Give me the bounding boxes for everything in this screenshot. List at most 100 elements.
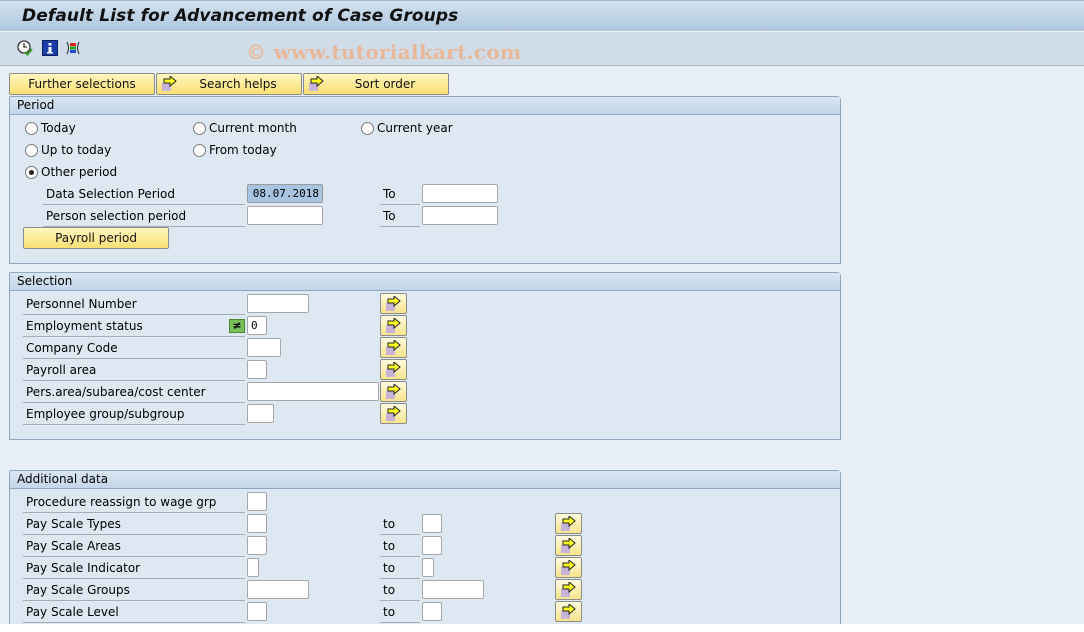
- additional-row-label: Pay Scale Level: [23, 602, 245, 623]
- selection-row-label: Employee group/subgroup: [23, 404, 245, 425]
- selection-row-input[interactable]: [247, 338, 281, 357]
- radio-current-year[interactable]: Current year: [361, 121, 453, 135]
- additional-row-label: Pay Scale Types: [23, 514, 245, 535]
- radio-label: Other period: [41, 165, 118, 179]
- radio-label: From today: [209, 143, 277, 157]
- selection-row-input[interactable]: [247, 294, 309, 313]
- multiple-selection-arrow-icon: [561, 560, 576, 575]
- person-selection-period-label: Person selection period: [43, 206, 245, 227]
- multiple-selection-button[interactable]: [380, 381, 407, 402]
- selection-row-label: Payroll area: [23, 360, 245, 381]
- page-title: Default List for Advancement of Case Gro…: [22, 6, 459, 26]
- additional-row-from-input[interactable]: [247, 536, 267, 555]
- additional-row-from-input[interactable]: [247, 602, 267, 621]
- additional-row-to-input[interactable]: [422, 580, 484, 599]
- data-selection-from-input[interactable]: 08.07.2018: [247, 184, 323, 203]
- multiple-selection-button[interactable]: [555, 557, 582, 578]
- selection-row-label: Pers.area/subarea/cost center: [23, 382, 245, 403]
- multiple-selection-arrow-icon: [561, 538, 576, 553]
- further-selections-button[interactable]: Further selections: [9, 73, 155, 95]
- application-toolbar: © www.tutorialkart.com: [0, 32, 1084, 66]
- to-label: to: [380, 514, 420, 535]
- sort-order-label: Sort order: [354, 77, 416, 91]
- multiple-selection-button[interactable]: [555, 579, 582, 600]
- selection-option-not-equal-icon[interactable]: ≠: [229, 319, 245, 333]
- multiple-selection-arrow-icon: [386, 340, 401, 355]
- additional-row-from-input[interactable]: [247, 580, 309, 599]
- to-label: to: [380, 602, 420, 623]
- radio-up-to-today[interactable]: Up to today: [25, 143, 111, 157]
- multiple-selection-button[interactable]: [555, 513, 582, 534]
- to-label: to: [380, 580, 420, 601]
- radio-from-today[interactable]: From today: [193, 143, 277, 157]
- person-selection-to-input[interactable]: [422, 206, 498, 225]
- multiple-selection-arrow-icon: [309, 76, 324, 91]
- radio-circle: [25, 143, 38, 157]
- info-icon[interactable]: [42, 40, 58, 56]
- radio-label: Current year: [377, 121, 453, 135]
- payroll-period-button[interactable]: Payroll period: [23, 227, 169, 249]
- radio-today[interactable]: Today: [25, 121, 76, 135]
- radio-circle: [193, 121, 206, 135]
- multiple-selection-button[interactable]: [380, 293, 407, 314]
- to-label: To: [380, 184, 420, 205]
- selection-group-title: Selection: [10, 273, 840, 291]
- search-helps-label: Search helps: [199, 77, 277, 91]
- selection-options-icon[interactable]: [65, 40, 81, 56]
- additional-row-label: Pay Scale Indicator: [23, 558, 245, 579]
- radio-current-month[interactable]: Current month: [193, 121, 297, 135]
- selection-row-label: Personnel Number: [23, 294, 245, 315]
- multiple-selection-arrow-icon: [386, 296, 401, 311]
- radio-label: Current month: [209, 121, 297, 135]
- title-bar: Default List for Advancement of Case Gro…: [0, 0, 1084, 32]
- data-selection-to-input[interactable]: [422, 184, 498, 203]
- multiple-selection-arrow-icon: [561, 604, 576, 619]
- additional-row-label: Procedure reassign to wage grp: [23, 492, 245, 513]
- to-label: to: [380, 558, 420, 579]
- radio-other-period[interactable]: Other period: [25, 165, 117, 179]
- period-group-title: Period: [10, 97, 840, 115]
- multiple-selection-arrow-icon: [386, 406, 401, 421]
- radio-label: Today: [41, 121, 76, 135]
- multiple-selection-button[interactable]: [380, 337, 407, 358]
- to-label: to: [380, 536, 420, 557]
- search-helps-button[interactable]: Search helps: [156, 73, 302, 95]
- radio-circle: [25, 121, 38, 135]
- radio-circle: [361, 121, 374, 135]
- multiple-selection-button[interactable]: [555, 535, 582, 556]
- sort-order-button[interactable]: Sort order: [303, 73, 449, 95]
- selection-row-input[interactable]: [247, 360, 267, 379]
- multiple-selection-button[interactable]: [555, 601, 582, 622]
- additional-row-from-input[interactable]: [247, 492, 267, 511]
- selection-row-input[interactable]: [247, 382, 379, 401]
- additional-row-from-input[interactable]: [247, 514, 267, 533]
- multiple-selection-arrow-icon: [386, 318, 401, 333]
- to-label: To: [380, 206, 420, 227]
- additional-row-label: Pay Scale Groups: [23, 580, 245, 601]
- additional-row-from-input[interactable]: [247, 558, 259, 577]
- additional-row-to-input[interactable]: [422, 558, 434, 577]
- additional-row-to-input[interactable]: [422, 602, 442, 621]
- additional-row-to-input[interactable]: [422, 536, 442, 555]
- multiple-selection-button[interactable]: [380, 315, 407, 336]
- additional-data-group-title: Additional data: [10, 471, 840, 489]
- payroll-period-label: Payroll period: [55, 231, 137, 245]
- multiple-selection-arrow-icon: [162, 76, 177, 91]
- radio-circle-selected: [25, 165, 38, 179]
- person-selection-from-input[interactable]: [247, 206, 323, 225]
- multiple-selection-arrow-icon: [386, 384, 401, 399]
- additional-row-to-input[interactable]: [422, 514, 442, 533]
- status-bar: [0, 624, 1084, 632]
- execute-clock-icon[interactable]: [17, 40, 33, 56]
- multiple-selection-button[interactable]: [380, 359, 407, 380]
- selection-row-label: Employment status: [23, 316, 245, 337]
- multiple-selection-arrow-icon: [561, 516, 576, 531]
- selection-row-label: Company Code: [23, 338, 245, 359]
- additional-row-label: Pay Scale Areas: [23, 536, 245, 557]
- radio-label: Up to today: [41, 143, 112, 157]
- selection-row-input[interactable]: 0: [247, 316, 267, 335]
- watermark: © www.tutorialkart.com: [246, 40, 522, 64]
- multiple-selection-button[interactable]: [380, 403, 407, 424]
- selection-row-input[interactable]: [247, 404, 274, 423]
- multiple-selection-arrow-icon: [561, 582, 576, 597]
